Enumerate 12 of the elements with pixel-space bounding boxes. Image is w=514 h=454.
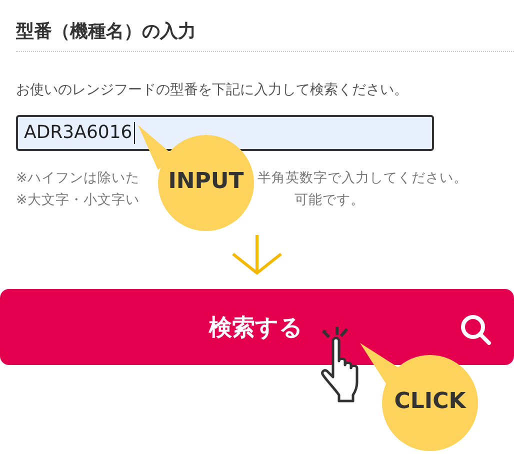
model-number-field[interactable]: ADR3A6016 — [16, 115, 434, 151]
instruction-text: お使いのレンジフードの型番を下記に入力して検索ください。 — [16, 81, 408, 100]
callout-label: CLICK — [394, 389, 466, 415]
note-text: 半角英数字で入力してください。 — [257, 169, 468, 188]
search-icon — [460, 314, 492, 346]
section-heading: 型番（機種名）の入力 — [16, 20, 196, 44]
callout-label: INPUT — [168, 169, 244, 195]
search-button[interactable]: 検索する — [0, 289, 514, 365]
note-text: 可能です。 — [294, 191, 364, 210]
note-text: ※大文字・小文字い — [16, 191, 140, 210]
down-arrow-icon — [231, 235, 283, 275]
note-text: ※ハイフンは除いた — [16, 169, 140, 188]
